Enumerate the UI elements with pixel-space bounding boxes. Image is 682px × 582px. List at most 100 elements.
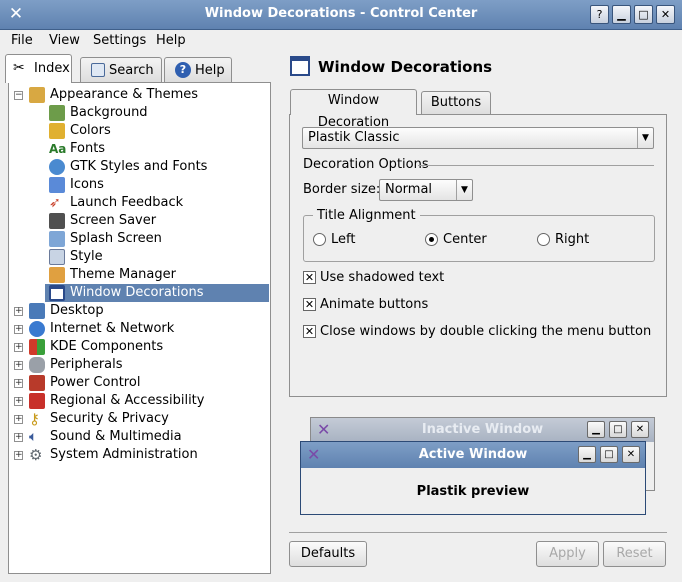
tree-item-splash-screen[interactable]: Splash Screen bbox=[9, 230, 270, 248]
tree-item-launch-feedback[interactable]: ➶ Launch Feedback bbox=[9, 194, 270, 212]
close-icon[interactable]: ✕ bbox=[656, 5, 675, 24]
tree-item-desktop[interactable]: + Desktop bbox=[9, 302, 270, 320]
tree-item-colors[interactable]: Colors bbox=[9, 122, 270, 140]
align-center-label[interactable]: Center bbox=[443, 232, 487, 247]
power-icon bbox=[29, 375, 45, 391]
gtk-icon bbox=[49, 159, 65, 175]
close-icon: ✕ bbox=[622, 446, 640, 463]
align-left-label[interactable]: Left bbox=[331, 232, 355, 247]
desktop-icon bbox=[29, 303, 45, 319]
expand-icon[interactable]: + bbox=[14, 343, 23, 352]
expand-icon[interactable]: + bbox=[14, 379, 23, 388]
animate-buttons-label[interactable]: Animate buttons bbox=[320, 297, 428, 312]
tree-item-gtk[interactable]: GTK Styles and Fonts bbox=[9, 158, 270, 176]
expand-icon[interactable]: + bbox=[14, 397, 23, 406]
menu-file[interactable]: File bbox=[11, 33, 33, 48]
align-right-radio[interactable] bbox=[537, 233, 550, 246]
tree-item-security[interactable]: + ⚷ Security & Privacy bbox=[9, 410, 270, 428]
splitter-handle[interactable] bbox=[273, 82, 283, 574]
close-double-click-checkbox[interactable]: ✕ bbox=[303, 325, 316, 338]
module-tree[interactable]: − Appearance & Themes Background Colors … bbox=[8, 82, 271, 574]
tree-item-fonts[interactable]: Aa Fonts bbox=[9, 140, 270, 158]
search-icon bbox=[91, 63, 105, 77]
tree-item-icons[interactable]: Icons bbox=[9, 176, 270, 194]
preview-text: Plastik preview bbox=[416, 484, 530, 499]
reset-button[interactable]: Reset bbox=[603, 541, 666, 567]
tab-window-decoration[interactable]: Window Decoration bbox=[290, 89, 417, 130]
flag-icon bbox=[29, 393, 45, 409]
collapse-icon[interactable]: − bbox=[14, 91, 23, 100]
border-size-select[interactable]: Normal ▼ bbox=[379, 179, 473, 201]
page-title: Window Decorations bbox=[318, 58, 493, 76]
tree-item-style[interactable]: Style bbox=[9, 248, 270, 266]
animate-buttons-checkbox[interactable]: ✕ bbox=[303, 298, 316, 311]
shadowed-text-checkbox[interactable]: ✕ bbox=[303, 271, 316, 284]
maximize-icon[interactable]: □ bbox=[634, 5, 653, 24]
expand-icon[interactable]: + bbox=[14, 361, 23, 370]
tree-item-regional[interactable]: + Regional & Accessibility bbox=[9, 392, 270, 410]
chevron-down-icon: ▼ bbox=[456, 180, 472, 200]
expand-icon[interactable]: + bbox=[14, 415, 23, 424]
help-icon[interactable]: ? bbox=[590, 5, 609, 24]
icons-icon bbox=[49, 177, 65, 193]
tree-item-background[interactable]: Background bbox=[9, 104, 270, 122]
monitor-icon bbox=[49, 213, 65, 229]
mouse-icon bbox=[29, 357, 45, 373]
rocket-icon: ➶ bbox=[49, 195, 61, 211]
tab-buttons[interactable]: Buttons bbox=[421, 91, 491, 116]
colors-icon bbox=[49, 123, 65, 139]
chevron-down-icon: ▼ bbox=[637, 128, 653, 148]
minimize-icon: ▁ bbox=[578, 446, 596, 463]
expand-icon[interactable]: + bbox=[14, 451, 23, 460]
tree-item-sound[interactable]: + 🔈︎ Sound & Multimedia bbox=[9, 428, 270, 446]
window-icon bbox=[49, 285, 65, 301]
globe-icon bbox=[29, 321, 45, 337]
tree-item-kde-components[interactable]: + KDE Components bbox=[9, 338, 270, 356]
tree-item-theme-manager[interactable]: Theme Manager bbox=[9, 266, 270, 284]
tree-item-power-control[interactable]: + Power Control bbox=[9, 374, 270, 392]
theme-icon bbox=[49, 267, 65, 283]
menu-view[interactable]: View bbox=[49, 33, 80, 48]
background-icon bbox=[49, 105, 65, 121]
tab-help[interactable]: ? Help bbox=[164, 57, 232, 83]
apply-button[interactable]: Apply bbox=[536, 541, 599, 567]
window-title: Window Decorations - Control Center bbox=[204, 6, 478, 21]
decoration-panel: Plastik Classic ▼ Decoration Options Bor… bbox=[289, 114, 667, 397]
align-left-radio[interactable] bbox=[313, 233, 326, 246]
close-double-click-label[interactable]: Close windows by double clicking the men… bbox=[320, 324, 651, 339]
decoration-options-divider bbox=[418, 165, 654, 166]
window-decorations-icon bbox=[290, 56, 310, 76]
appearance-icon bbox=[29, 87, 45, 103]
tree-item-appearance[interactable]: − Appearance & Themes bbox=[9, 86, 270, 104]
active-window-preview: ✕ Active Window ▁ □ ✕ Plastik preview bbox=[300, 441, 646, 515]
tree-item-system-admin[interactable]: + ⚙ System Administration bbox=[9, 446, 270, 464]
close-icon: ✕ bbox=[631, 421, 649, 438]
shadowed-text-label[interactable]: Use shadowed text bbox=[320, 270, 444, 285]
minimize-icon: ▁ bbox=[587, 421, 605, 438]
speaker-icon: 🔈︎ bbox=[29, 429, 38, 445]
key-icon: ⚷ bbox=[29, 410, 40, 428]
decoration-options-label: Decoration Options bbox=[303, 157, 429, 172]
maximize-icon: □ bbox=[600, 446, 618, 463]
title-alignment-label: Title Alignment bbox=[313, 208, 420, 223]
tree-item-peripherals[interactable]: + Peripherals bbox=[9, 356, 270, 374]
tree-item-window-decorations[interactable]: Window Decorations bbox=[45, 284, 269, 302]
tab-search[interactable]: Search bbox=[80, 57, 162, 83]
align-center-radio[interactable] bbox=[425, 233, 438, 246]
align-right-label[interactable]: Right bbox=[555, 232, 589, 247]
components-icon bbox=[29, 339, 45, 355]
expand-icon[interactable]: + bbox=[14, 307, 23, 316]
expand-icon[interactable]: + bbox=[14, 433, 23, 442]
title-bar[interactable]: ✕ Window Decorations - Control Center ? … bbox=[0, 0, 682, 30]
tree-item-internet[interactable]: + Internet & Network bbox=[9, 320, 270, 338]
tree-item-screen-saver[interactable]: Screen Saver bbox=[9, 212, 270, 230]
menu-help[interactable]: Help bbox=[156, 33, 186, 48]
expand-icon[interactable]: + bbox=[14, 325, 23, 334]
border-size-label: Border size: bbox=[303, 182, 381, 197]
defaults-button[interactable]: Defaults bbox=[289, 541, 367, 567]
minimize-icon[interactable]: ▁ bbox=[612, 5, 631, 24]
maximize-icon: □ bbox=[609, 421, 627, 438]
help-circle-icon: ? bbox=[175, 62, 191, 78]
tab-index[interactable]: ✂ Index bbox=[5, 54, 72, 83]
menu-settings[interactable]: Settings bbox=[93, 33, 146, 48]
